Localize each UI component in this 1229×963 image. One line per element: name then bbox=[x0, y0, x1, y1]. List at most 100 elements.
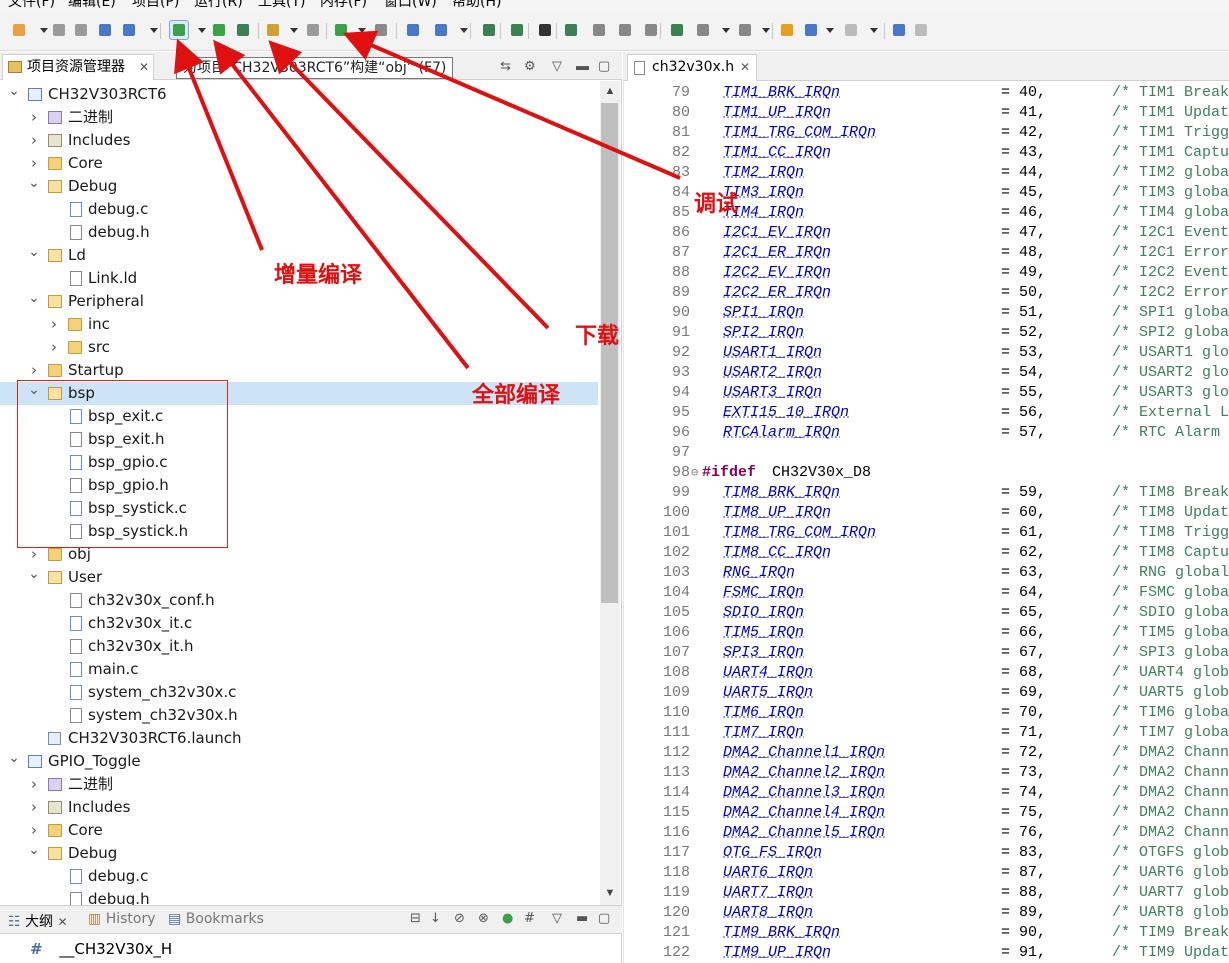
tree-item[interactable]: ⌄ Debug bbox=[0, 842, 598, 865]
tree-item[interactable]: ⌄ Peripheral bbox=[0, 290, 598, 313]
close-icon[interactable]: ✕ bbox=[139, 55, 149, 79]
collapsed-chevron-icon[interactable]: › bbox=[48, 313, 60, 336]
dropdown-arrow-icon[interactable] bbox=[290, 28, 298, 33]
expanded-chevron-icon[interactable]: ⌄ bbox=[28, 379, 40, 402]
dropdown-arrow-icon[interactable] bbox=[870, 28, 878, 33]
save-all-icon[interactable] bbox=[72, 21, 90, 39]
hide-fields-icon[interactable]: ⊘ bbox=[454, 911, 465, 926]
tree-item[interactable]: debug.h bbox=[0, 888, 598, 905]
dropdown-arrow-icon[interactable] bbox=[358, 28, 366, 33]
collapsed-chevron-icon[interactable]: › bbox=[28, 129, 40, 152]
upload-icon[interactable] bbox=[508, 21, 526, 39]
tree-item[interactable]: bsp_systick.c bbox=[0, 497, 598, 520]
tree-item[interactable]: debug.h bbox=[0, 221, 598, 244]
tree-item[interactable]: bsp_gpio.h bbox=[0, 474, 598, 497]
expanded-chevron-icon[interactable]: ⌄ bbox=[28, 563, 40, 586]
tree-item[interactable]: main.c bbox=[0, 658, 598, 681]
tree-item[interactable]: › Core bbox=[0, 152, 598, 175]
menu-item-6[interactable]: 窗口(W) bbox=[384, 0, 437, 11]
minimize-icon[interactable]: ▬ bbox=[576, 58, 589, 73]
ticket-icon[interactable] bbox=[912, 21, 930, 39]
back-icon[interactable] bbox=[778, 21, 796, 39]
menu-item-2[interactable]: 项目(P) bbox=[132, 0, 179, 11]
tree-item[interactable]: › 二进制 bbox=[0, 773, 598, 796]
tree-item[interactable]: ⌄ Debug bbox=[0, 175, 598, 198]
tree-item[interactable]: bsp_gpio.c bbox=[0, 451, 598, 474]
tree-item[interactable]: › src bbox=[0, 336, 598, 359]
expanded-chevron-icon[interactable]: ⌄ bbox=[8, 747, 20, 770]
scroll-up-icon[interactable]: ▲ bbox=[604, 85, 616, 97]
expanded-chevron-icon[interactable]: ⌄ bbox=[28, 287, 40, 310]
incremental-build-icon[interactable] bbox=[169, 20, 189, 40]
tab-outline[interactable]: ☷ 大纲 ✕ bbox=[8, 911, 68, 931]
dropdown-arrow-icon[interactable] bbox=[150, 28, 158, 33]
tree-item[interactable]: ch32v30x_it.c bbox=[0, 612, 598, 635]
project-explorer-tab[interactable]: 项目资源管理器 ✕ bbox=[2, 54, 154, 80]
tree-item[interactable]: ch32v30x_conf.h bbox=[0, 589, 598, 612]
tree-item[interactable]: › obj bbox=[0, 543, 598, 566]
expanded-chevron-icon[interactable]: ⌄ bbox=[28, 839, 40, 862]
expanded-chevron-icon[interactable]: ⌄ bbox=[28, 241, 40, 264]
view-menu-icon[interactable]: ▽ bbox=[552, 58, 562, 74]
build-all-icon[interactable] bbox=[234, 21, 252, 39]
tree-item[interactable]: ch32v30x_it.h bbox=[0, 635, 598, 658]
expanded-chevron-icon[interactable]: ⌄ bbox=[28, 172, 40, 195]
new-icon[interactable] bbox=[10, 21, 28, 39]
collapsed-chevron-icon[interactable]: › bbox=[28, 796, 40, 819]
scroll-down-icon[interactable]: ▼ bbox=[604, 887, 616, 899]
tree-item[interactable]: debug.c bbox=[0, 865, 598, 888]
collapsed-chevron-icon[interactable]: › bbox=[48, 336, 60, 359]
maximize-icon[interactable]: ▢ bbox=[598, 58, 610, 74]
dropdown-arrow-icon[interactable] bbox=[722, 28, 730, 33]
properties-icon[interactable] bbox=[96, 21, 114, 39]
tree-item[interactable]: ⌄ CH32V303RCT6 bbox=[0, 83, 598, 106]
link-editor-icon[interactable]: ⇆ bbox=[500, 58, 511, 74]
collapse-all-icon[interactable]: ⊟ bbox=[410, 911, 421, 926]
full-build-icon[interactable] bbox=[210, 21, 228, 39]
editor-tab-ch32v30x-h[interactable]: ch32v30x.h ✕ bbox=[627, 54, 757, 81]
format-icon[interactable] bbox=[642, 21, 660, 39]
perspective-icon[interactable] bbox=[120, 21, 138, 39]
hide-nonpublic-icon[interactable]: ● bbox=[502, 911, 513, 926]
menu-item-4[interactable]: 工具(T) bbox=[258, 0, 305, 11]
collapsed-chevron-icon[interactable]: › bbox=[28, 773, 40, 796]
dropdown-arrow-icon[interactable] bbox=[762, 28, 770, 33]
align-left-icon[interactable] bbox=[590, 21, 608, 39]
download-icon[interactable] bbox=[264, 21, 282, 39]
list-alt-icon[interactable] bbox=[736, 21, 754, 39]
tree-item[interactable]: › Includes bbox=[0, 796, 598, 819]
tab-history[interactable]: ▥ History bbox=[88, 911, 156, 927]
save-icon[interactable] bbox=[50, 21, 68, 39]
list-icon[interactable] bbox=[694, 21, 712, 39]
dropdown-arrow-icon[interactable] bbox=[40, 28, 48, 33]
close-icon[interactable]: ✕ bbox=[740, 55, 750, 80]
menu-item-7[interactable]: 帮助(H) bbox=[452, 0, 501, 11]
view-menu-icon[interactable]: ▽ bbox=[552, 911, 562, 926]
menu-item-5[interactable]: 内存(F) bbox=[320, 0, 367, 11]
tree-item[interactable]: bsp_exit.h bbox=[0, 428, 598, 451]
tree-item[interactable]: debug.c bbox=[0, 198, 598, 221]
close-icon[interactable]: ✕ bbox=[57, 915, 67, 929]
minimize-icon[interactable]: ▬ bbox=[576, 911, 588, 926]
tree-item[interactable]: system_ch32v30x.h bbox=[0, 704, 598, 727]
view-icon[interactable] bbox=[668, 21, 686, 39]
align-right-icon[interactable] bbox=[616, 21, 634, 39]
menu-item-0[interactable]: 文件(F) bbox=[8, 0, 55, 11]
expanded-chevron-icon[interactable]: ⌄ bbox=[8, 81, 20, 103]
tree-item[interactable]: ⌄ User bbox=[0, 566, 598, 589]
calculator-icon[interactable] bbox=[480, 21, 498, 39]
tab-bookmarks[interactable]: ▤ Bookmarks bbox=[168, 911, 264, 927]
tree-item[interactable]: system_ch32v30x.c bbox=[0, 681, 598, 704]
search-icon[interactable] bbox=[404, 21, 422, 39]
dropdown-arrow-icon[interactable] bbox=[460, 28, 468, 33]
tree-item[interactable]: › Includes bbox=[0, 129, 598, 152]
dropdown-arrow-icon[interactable] bbox=[198, 28, 206, 33]
tree-item[interactable]: ⌄ GPIO_Toggle bbox=[0, 750, 598, 773]
project-tree-scrollbar[interactable]: ▲ ▼ bbox=[600, 81, 620, 905]
prev-icon[interactable] bbox=[802, 21, 820, 39]
next-icon[interactable] bbox=[842, 21, 860, 39]
dropdown-arrow-icon[interactable] bbox=[826, 28, 834, 33]
menu-item-1[interactable]: 编辑(E) bbox=[68, 0, 116, 11]
tree-item[interactable]: › inc bbox=[0, 313, 598, 336]
scroll-thumb[interactable] bbox=[601, 103, 618, 603]
